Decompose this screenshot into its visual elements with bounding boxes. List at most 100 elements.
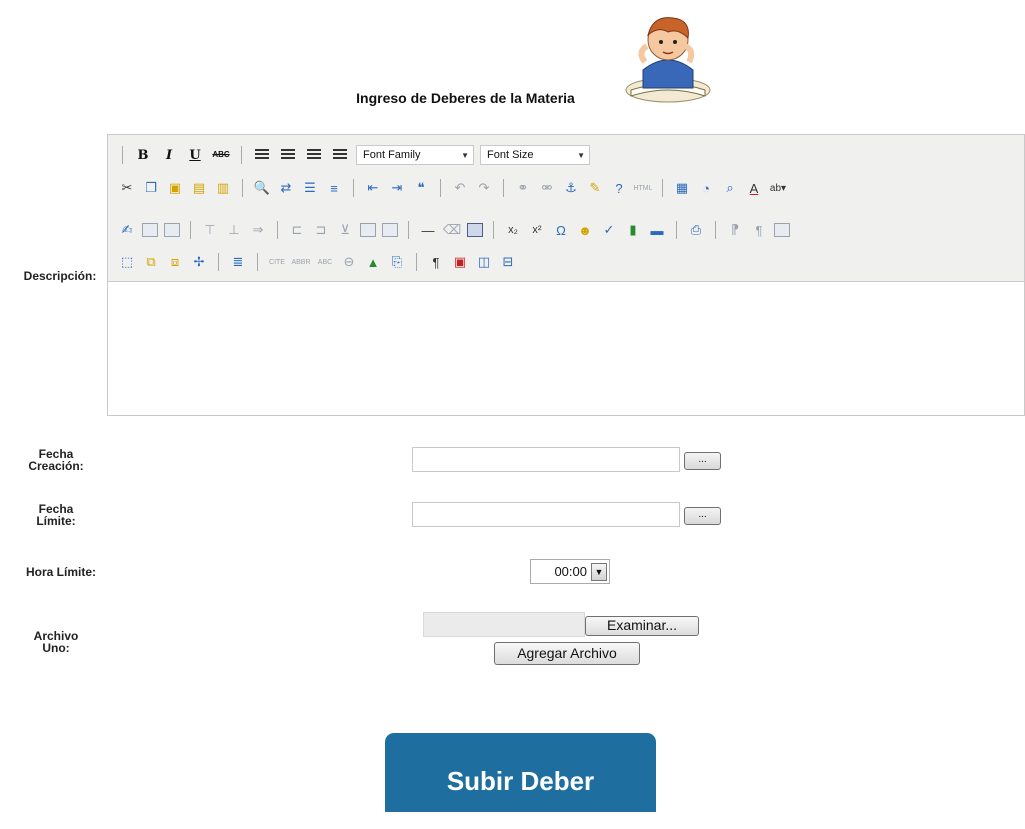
fecha-creacion-label: Fecha Creación: bbox=[20, 448, 92, 472]
hora-limite-label: Hora Límite: bbox=[25, 565, 96, 579]
replace-icon[interactable]: ⇄ bbox=[277, 179, 295, 197]
bold-icon[interactable]: B bbox=[133, 145, 153, 165]
nonbreaking-icon[interactable]: ▣ bbox=[451, 253, 469, 271]
html-icon[interactable]: HTML bbox=[633, 179, 652, 197]
fullscreen-icon[interactable] bbox=[774, 223, 790, 237]
table-split-cells-icon[interactable]: ⊻ bbox=[336, 221, 354, 239]
move-forward-icon[interactable]: ⧉ bbox=[142, 253, 160, 271]
subscript-icon[interactable]: x₂ bbox=[504, 221, 522, 239]
font-family-select[interactable]: Font Family ▼ bbox=[356, 145, 474, 165]
style-props-icon[interactable]: ≣ bbox=[229, 253, 247, 271]
move-backward-icon[interactable]: ⧈ bbox=[166, 253, 184, 271]
print-icon[interactable]: ⎙ bbox=[687, 221, 705, 239]
cite-icon[interactable]: CITE bbox=[268, 253, 286, 271]
insert-time-icon[interactable]: ◔ bbox=[697, 179, 715, 197]
hora-limite-value: 00:00 bbox=[554, 564, 587, 579]
fecha-limite-label: Fecha Límite: bbox=[20, 503, 92, 527]
advanced-hr-icon[interactable]: ▬ bbox=[648, 221, 666, 239]
media-icon[interactable]: ▮ bbox=[624, 221, 642, 239]
rtl-icon[interactable]: ¶ bbox=[750, 221, 768, 239]
toolbar-row-2: ✂ ❐ ▣ ▤ ▥ 🔍 ⇄ ☰ ≡ ⇤ ⇥ ❝ ↶ ↷ ⚭ ⚮ ⚓ ✎ ? HT… bbox=[118, 176, 787, 200]
outdent-icon[interactable]: ⇤ bbox=[364, 179, 382, 197]
del-icon[interactable]: ⊖ bbox=[340, 253, 358, 271]
pagebreak-icon[interactable]: ⊟ bbox=[499, 253, 517, 271]
preview-icon[interactable]: ⌕ bbox=[721, 179, 739, 197]
chevron-down-icon: ▼ bbox=[577, 150, 585, 160]
italic-icon[interactable]: I bbox=[159, 145, 179, 165]
table-props-icon[interactable] bbox=[382, 223, 398, 237]
hora-limite-select[interactable]: 00:00 ▼ bbox=[530, 559, 610, 584]
insert-layer-icon[interactable] bbox=[142, 223, 158, 237]
attribs-icon[interactable]: ⎘ bbox=[388, 253, 406, 271]
table-col-before-icon[interactable]: ⊏ bbox=[288, 221, 306, 239]
ins-icon[interactable]: ▲ bbox=[364, 253, 382, 271]
paste-icon[interactable]: ▣ bbox=[166, 179, 184, 197]
paste-word-icon[interactable]: ▥ bbox=[214, 179, 232, 197]
toolbar-row-4: ⬚ ⧉ ⧈ ✢ ≣ CITE ABBR ABC ⊖ ▲ ⎘ ¶ ▣ ◫ ⊟ bbox=[118, 250, 517, 274]
cut-icon[interactable]: ✂ bbox=[118, 179, 136, 197]
copy-icon[interactable]: ❐ bbox=[142, 179, 160, 197]
archivo-uno-file-field[interactable] bbox=[423, 612, 585, 637]
cleanup-icon[interactable]: ✎ bbox=[586, 179, 604, 197]
agregar-archivo-button[interactable]: Agregar Archivo bbox=[494, 642, 640, 665]
indent-icon[interactable]: ⇥ bbox=[388, 179, 406, 197]
show-blocks-icon[interactable]: ¶ bbox=[427, 253, 445, 271]
fecha-limite-label-line2: Límite: bbox=[36, 514, 76, 528]
fecha-creacion-input[interactable] bbox=[412, 447, 680, 472]
find-icon[interactable]: 🔍 bbox=[253, 179, 271, 197]
align-left-icon[interactable] bbox=[252, 145, 272, 165]
toolbar-separator bbox=[715, 221, 716, 239]
chevron-down-icon[interactable]: ▼ bbox=[591, 562, 607, 581]
font-size-select[interactable]: Font Size ▼ bbox=[480, 145, 590, 165]
underline-icon[interactable]: U bbox=[185, 145, 205, 165]
undo-icon[interactable]: ↶ bbox=[451, 179, 469, 197]
abbr-icon[interactable]: ABBR bbox=[291, 253, 310, 271]
fecha-limite-input[interactable] bbox=[412, 502, 680, 527]
bullet-list-icon[interactable]: ☰ bbox=[301, 179, 319, 197]
redo-icon[interactable]: ↷ bbox=[475, 179, 493, 197]
align-center-icon[interactable] bbox=[278, 145, 298, 165]
spellcheck-icon[interactable]: ✓ bbox=[600, 221, 618, 239]
remove-format-icon[interactable]: ⌫ bbox=[443, 221, 461, 239]
toolbar-row-1: B I U ABC Font Family ▼ Font Size ▼ bbox=[118, 143, 590, 167]
toolbar-separator bbox=[190, 221, 191, 239]
table-row-after-icon[interactable]: ⊥ bbox=[225, 221, 243, 239]
fecha-creacion-picker-button[interactable]: ... bbox=[684, 452, 721, 470]
table-row-before-icon[interactable]: ⊤ bbox=[201, 221, 219, 239]
layer-forward-icon[interactable] bbox=[164, 223, 180, 237]
table-col-after-icon[interactable]: ⊐ bbox=[312, 221, 330, 239]
link-icon[interactable]: ⚭ bbox=[514, 179, 532, 197]
ltr-icon[interactable]: ⁋ bbox=[726, 221, 744, 239]
editor-toolbar: B I U ABC Font Family ▼ Font Size ▼ ✂ ❐ … bbox=[108, 135, 1024, 282]
visual-aid-icon[interactable] bbox=[467, 223, 483, 237]
examinar-button[interactable]: Examinar... bbox=[585, 616, 699, 636]
anchor-icon[interactable]: ⚓ bbox=[562, 179, 580, 197]
help-icon[interactable]: ? bbox=[610, 179, 628, 197]
acronym-icon[interactable]: ABC bbox=[316, 253, 334, 271]
blockquote-icon[interactable]: ❝ bbox=[412, 179, 430, 197]
template-icon[interactable]: ◫ bbox=[475, 253, 493, 271]
table-delete-row-icon[interactable]: ⇒ bbox=[249, 221, 267, 239]
toolbar-separator bbox=[440, 179, 441, 197]
page-title: Ingreso de Deberes de la Materia bbox=[356, 90, 575, 106]
numbered-list-icon[interactable]: ≡ bbox=[325, 179, 343, 197]
font-color-icon[interactable]: A bbox=[745, 179, 763, 197]
paste-text-icon[interactable]: ▤ bbox=[190, 179, 208, 197]
unlink-icon[interactable]: ⚮ bbox=[538, 179, 556, 197]
highlight-color-icon[interactable]: ab▾ bbox=[769, 179, 787, 197]
editor-content-area[interactable] bbox=[108, 282, 1024, 415]
emoticons-icon[interactable]: ☻ bbox=[576, 221, 594, 239]
fecha-limite-picker-button[interactable]: ... bbox=[684, 507, 721, 525]
special-char-icon[interactable]: Ω bbox=[552, 221, 570, 239]
absolute-position-icon[interactable]: ✢ bbox=[190, 253, 208, 271]
strikethrough-icon[interactable]: ABC bbox=[211, 145, 231, 165]
insert-date-icon[interactable]: ▦ bbox=[673, 179, 691, 197]
superscript-icon[interactable]: x² bbox=[528, 221, 546, 239]
align-right-icon[interactable] bbox=[304, 145, 324, 165]
insert-layer-dotted-icon[interactable]: ⬚ bbox=[118, 253, 136, 271]
edit-css-icon[interactable]: ✍ bbox=[118, 221, 136, 239]
align-justify-icon[interactable] bbox=[330, 145, 350, 165]
subir-deber-button[interactable]: Subir Deber bbox=[385, 733, 656, 812]
horizontal-rule-icon[interactable]: — bbox=[419, 221, 437, 239]
table-merge-cells-icon[interactable] bbox=[360, 223, 376, 237]
